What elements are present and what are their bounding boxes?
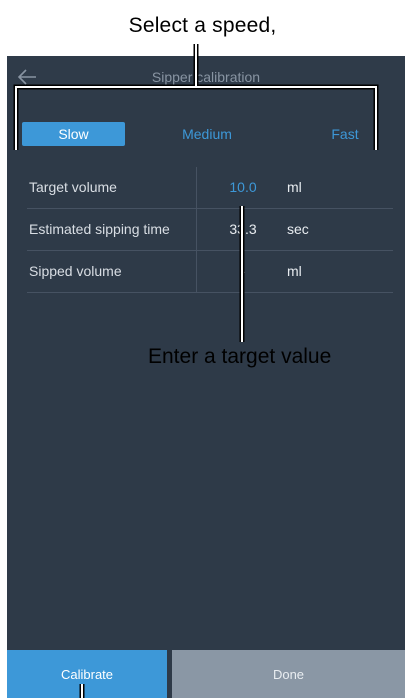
estimated-time-value: 33.3 <box>229 221 257 237</box>
done-button[interactable]: Done <box>172 650 405 698</box>
target-volume-input[interactable]: 10.0 <box>203 179 283 195</box>
sipped-volume-value: - <box>240 263 246 279</box>
calibrate-button[interactable]: Calibrate <box>7 650 167 698</box>
app-bar: Sipper calibration <box>7 56 405 100</box>
estimated-time-label: Estimated sipping time <box>29 221 170 237</box>
parameters-table: Target volume 10.0 ml Estimated sipping … <box>27 167 393 293</box>
sipped-volume-unit: ml <box>287 263 302 279</box>
sipper-calibration-screen: Sipper calibration Slow Medium Fast Targ… <box>7 56 405 698</box>
table-row: Target volume 10.0 ml <box>27 167 393 209</box>
page-title: Sipper calibration <box>151 69 261 85</box>
table-row: Sipped volume - ml <box>27 251 393 293</box>
table-row: Estimated sipping time 33.3 sec <box>27 209 393 251</box>
speed-slow-button[interactable]: Slow <box>22 122 125 146</box>
speed-fast-button[interactable]: Fast <box>317 122 373 146</box>
speed-medium-button[interactable]: Medium <box>167 122 247 146</box>
callout-enter-target: Enter a target value <box>148 345 332 368</box>
target-volume-label: Target volume <box>29 179 117 195</box>
estimated-time-unit: sec <box>287 221 309 237</box>
target-volume-unit: ml <box>287 179 302 195</box>
sipped-volume-label: Sipped volume <box>29 263 122 279</box>
callout-select-speed: Select a speed, <box>128 14 277 37</box>
